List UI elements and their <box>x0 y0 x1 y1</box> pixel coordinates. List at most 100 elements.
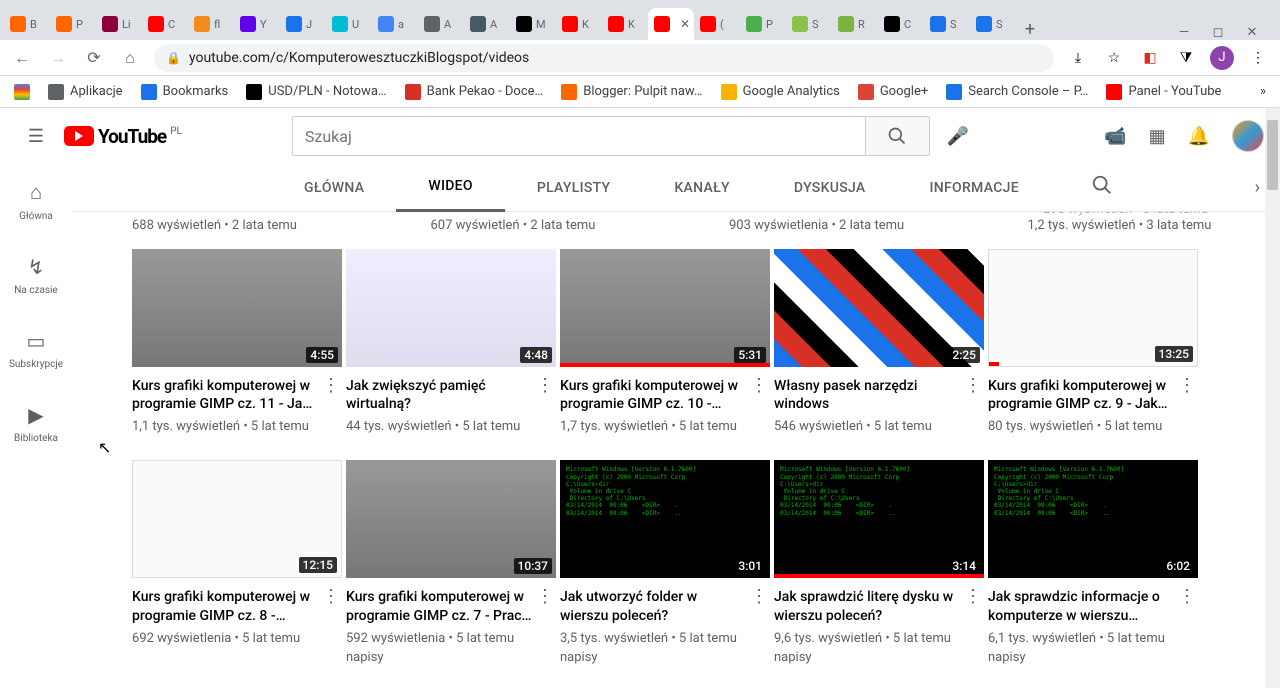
video-thumbnail[interactable]: 4:55 <box>132 249 342 367</box>
apps-icon[interactable]: ▦ <box>1149 126 1166 147</box>
search-input[interactable] <box>292 116 866 156</box>
video-title[interactable]: Kurs grafiki komputerowej w programie GI… <box>560 377 748 413</box>
browser-tab[interactable]: A <box>464 8 510 40</box>
video-card[interactable]: 2:25Własny pasek narzędzi windows⋮546 wy… <box>774 249 984 434</box>
browser-tab[interactable]: C <box>142 8 188 40</box>
browser-tab[interactable]: a <box>372 8 418 40</box>
maximize-button[interactable]: ◻ <box>1210 25 1226 40</box>
video-thumbnail[interactable]: Microsoft Windows [Version 6.1.7600] Cop… <box>988 460 1198 578</box>
back-button[interactable]: ← <box>10 46 34 70</box>
browser-tab[interactable]: S <box>786 8 832 40</box>
channel-tab-dyskusja[interactable]: DYSKUSJA <box>762 164 898 212</box>
browser-tab[interactable]: P <box>50 8 96 40</box>
extensions-menu[interactable]: ⧩ <box>1174 46 1198 70</box>
new-tab-button[interactable]: + <box>1016 19 1044 40</box>
browser-tab[interactable]: M <box>510 8 556 40</box>
bookmark-item[interactable]: Google+ <box>858 84 928 100</box>
browser-tab[interactable]: K <box>602 8 648 40</box>
minimize-button[interactable]: ― <box>1176 25 1192 40</box>
bookmark-item[interactable]: Panel - YouTube <box>1106 84 1221 100</box>
bookmark-item[interactable]: Bank Pekao - Doce… <box>405 84 544 100</box>
chevron-right-icon[interactable]: › <box>1255 177 1260 198</box>
video-card[interactable]: Microsoft Windows [Version 6.1.7600] Cop… <box>560 460 770 664</box>
channel-tab-informacje[interactable]: INFORMACJE <box>897 164 1050 212</box>
video-menu-button[interactable]: ⋮ <box>962 588 984 606</box>
browser-tab[interactable]: A <box>418 8 464 40</box>
channel-tab-główna[interactable]: GŁÓWNA <box>272 164 396 212</box>
youtube-logo[interactable]: YouTube PL <box>64 125 182 148</box>
profile-avatar[interactable]: J <box>1210 46 1234 70</box>
browser-tab[interactable]: U <box>326 8 372 40</box>
browser-tab[interactable]: B <box>4 8 50 40</box>
channel-search-icon[interactable] <box>1091 174 1113 201</box>
notifications-icon[interactable]: 🔔 <box>1188 126 1210 147</box>
video-card[interactable]: 10:37 Kurs grafiki komputerowej w program… <box>346 460 556 664</box>
video-card[interactable]: 13:25 Kurs grafiki komputerowej w program… <box>988 249 1198 434</box>
video-menu-button[interactable]: ⋮ <box>534 377 556 395</box>
scrollbar-thumb[interactable] <box>1267 120 1278 190</box>
apps-shortcut[interactable] <box>14 84 30 100</box>
bookmarks-overflow[interactable]: » <box>1260 84 1266 99</box>
reload-button[interactable]: ⟳ <box>82 46 106 70</box>
video-thumbnail[interactable]: 10:37 <box>346 460 556 578</box>
video-thumbnail[interactable]: 4:48 <box>346 249 556 367</box>
video-title[interactable]: Kurs grafiki komputerowej w programie GI… <box>346 588 534 624</box>
url-box[interactable]: 🔒 youtube.com/c/KomputerowesztuczkiBlogs… <box>154 44 1054 72</box>
video-card[interactable]: 4:48Jak zwiększyć pamięć wirtualną?⋮44 t… <box>346 249 556 434</box>
video-card[interactable]: Microsoft Windows [Version 6.1.7600] Cop… <box>988 460 1198 664</box>
channel-tab-playlisty[interactable]: PLAYLISTY <box>505 164 643 212</box>
video-title[interactable]: Jak sprawdzic informacje o komputerze w … <box>988 588 1176 624</box>
bookmark-item[interactable]: Aplikacje <box>48 84 123 100</box>
browser-tab[interactable]: R <box>832 8 878 40</box>
bookmark-item[interactable]: Bookmarks <box>141 84 229 100</box>
star-icon[interactable]: ☆ <box>1102 46 1126 70</box>
video-menu-button[interactable]: ⋮ <box>320 377 342 395</box>
video-card[interactable]: 4:55 Kurs grafiki komputerowej w programi… <box>132 249 342 434</box>
chrome-menu[interactable]: ⋮ <box>1246 46 1270 70</box>
video-card[interactable]: 5:31Kurs grafiki komputerowej w programi… <box>560 249 770 434</box>
home-button[interactable]: ⌂ <box>118 46 142 70</box>
browser-tab[interactable]: Li <box>96 8 142 40</box>
browser-tab[interactable]: Y <box>234 8 280 40</box>
video-card[interactable]: 12:15 Kurs grafiki komputerowej w program… <box>132 460 342 664</box>
browser-tab[interactable]: J <box>280 8 326 40</box>
video-title[interactable]: Kurs grafiki komputerowej w programie GI… <box>132 588 320 624</box>
video-menu-button[interactable]: ⋮ <box>534 588 556 606</box>
video-thumbnail[interactable]: 12:15 <box>132 460 342 578</box>
channel-tab-kanały[interactable]: KANAŁY <box>642 164 762 212</box>
video-title[interactable]: Jak sprawdzić literę dysku w wierszu pol… <box>774 588 962 624</box>
video-title[interactable]: Kurs grafiki komputerowej w programie GI… <box>988 377 1176 413</box>
browser-tab[interactable]: fl <box>188 8 234 40</box>
browser-tab[interactable]: P <box>740 8 786 40</box>
video-menu-button[interactable]: ⋮ <box>748 588 770 606</box>
video-title[interactable]: Kurs grafiki komputerowej w programie GI… <box>132 377 320 413</box>
video-menu-button[interactable]: ⋮ <box>962 377 984 395</box>
bookmark-item[interactable]: USD/PLN - Notowa… <box>246 84 386 100</box>
create-icon[interactable]: 📹 <box>1104 126 1126 147</box>
video-card[interactable]: Microsoft Windows [Version 6.1.7600] Cop… <box>774 460 984 664</box>
channel-tab-wideo[interactable]: WIDEO <box>396 164 504 212</box>
video-thumbnail[interactable]: Microsoft Windows [Version 6.1.7600] Cop… <box>774 460 984 578</box>
video-title[interactable]: Jak utworzyć folder w wierszu poleceń? <box>560 588 748 624</box>
rail-item-główna[interactable]: ⌂Główna <box>0 164 72 238</box>
video-menu-button[interactable]: ⋮ <box>1176 588 1198 606</box>
search-button[interactable] <box>866 116 930 156</box>
bookmark-item[interactable]: Search Console – P… <box>946 84 1088 100</box>
video-title[interactable]: Własny pasek narzędzi windows <box>774 377 962 413</box>
video-thumbnail[interactable]: 2:25 <box>774 249 984 367</box>
account-avatar[interactable] <box>1232 120 1264 152</box>
bookmark-item[interactable]: Google Analytics <box>721 84 840 100</box>
browser-tab[interactable]: S <box>970 8 1016 40</box>
install-icon[interactable]: ⤓ <box>1066 46 1090 70</box>
video-thumbnail[interactable]: Microsoft Windows [Version 6.1.7600] Cop… <box>560 460 770 578</box>
close-icon[interactable]: ✕ <box>680 17 690 31</box>
extension-icon[interactable]: ◧ <box>1138 46 1162 70</box>
video-thumbnail[interactable]: 13:25 <box>988 249 1198 367</box>
forward-button[interactable]: → <box>46 46 70 70</box>
browser-tab[interactable]: K <box>556 8 602 40</box>
rail-item-biblioteka[interactable]: ▶Biblioteka <box>0 386 72 460</box>
video-menu-button[interactable]: ⋮ <box>1176 377 1198 395</box>
page-scrollbar[interactable] <box>1265 108 1280 688</box>
voice-search-button[interactable]: 🎤 <box>938 116 978 156</box>
close-button[interactable]: ✕ <box>1244 25 1260 40</box>
